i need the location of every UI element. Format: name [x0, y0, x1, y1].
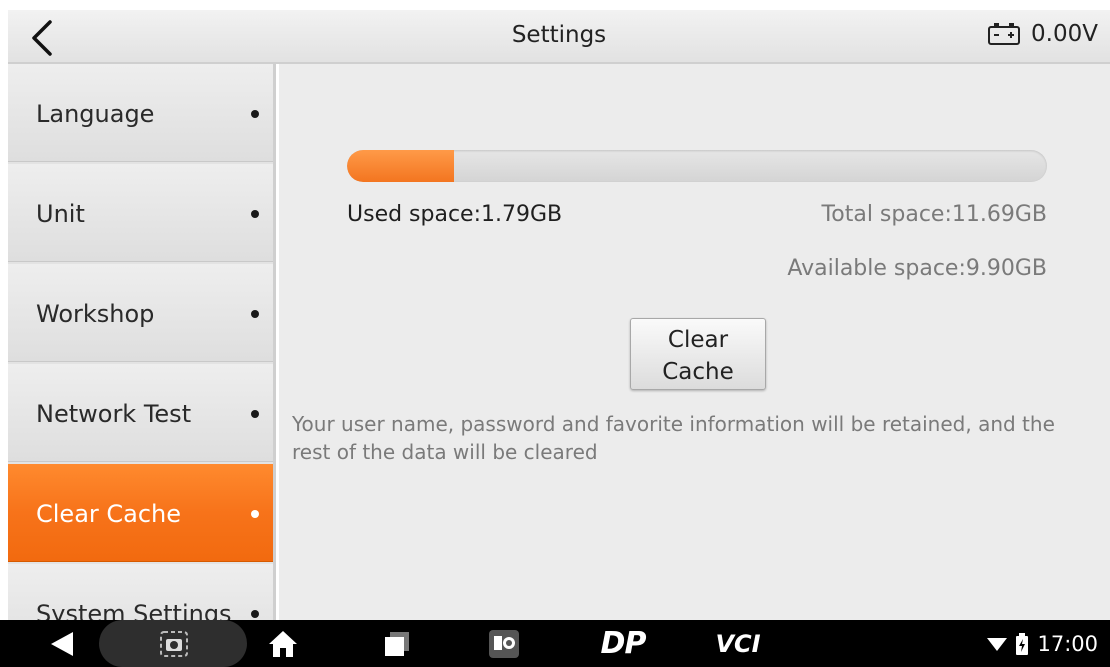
bullet-icon	[251, 510, 259, 518]
wifi-icon	[987, 637, 1008, 651]
dp-shortcut-button[interactable]: DP	[592, 620, 654, 667]
clock: 17:00	[1037, 631, 1098, 656]
menu-item-label: Language	[36, 100, 155, 128]
clear-cache-notice: Your user name, password and favorite in…	[292, 412, 1055, 464]
menu-item-language[interactable]: Language	[8, 64, 273, 162]
menu-item-label: Network Test	[36, 400, 192, 428]
battery-status: 0.00V	[987, 21, 1098, 47]
battery-voltage: 0.00V	[1031, 21, 1098, 47]
clear-cache-panel: Used space:1.79GB Total space:11.69GB Av…	[279, 64, 1110, 620]
settings-menu[interactable]: Language Unit Workshop Network Test Clea…	[8, 64, 276, 620]
used-space-label: Used space:1.79GB	[347, 202, 563, 227]
menu-item-system-settings[interactable]: System Settings	[8, 564, 273, 620]
storage-progress-fill	[347, 150, 455, 182]
recents-icon	[385, 631, 409, 656]
car-battery-icon	[988, 23, 1021, 45]
vci-icon: VCI	[715, 629, 761, 658]
clear-button-line2: Cache	[662, 358, 734, 385]
page-title: Settings	[511, 22, 607, 48]
bullet-icon	[251, 310, 259, 318]
top-strip	[0, 0, 1110, 10]
screenshot-button[interactable]	[156, 620, 192, 667]
menu-item-label: Unit	[36, 200, 85, 228]
screenshot-icon	[160, 630, 188, 657]
available-space-label: Available space:9.90GB	[787, 256, 1047, 281]
app-shortcut-button[interactable]	[486, 620, 522, 667]
bullet-icon	[251, 110, 259, 118]
title-bar: Settings 0.00V	[8, 10, 1110, 64]
nav-home-button[interactable]	[266, 620, 300, 667]
nav-recents-button[interactable]	[380, 620, 414, 667]
menu-item-label: System Settings	[36, 600, 232, 620]
clear-button-line1: Clear	[667, 326, 729, 353]
app-icon	[489, 629, 519, 658]
menu-item-workshop[interactable]: Workshop	[8, 264, 273, 362]
menu-item-network-test[interactable]: Network Test	[8, 364, 273, 462]
nav-back-button[interactable]	[42, 620, 82, 667]
android-nav-bar: DP VCI 17:00	[0, 620, 1110, 667]
menu-item-clear-cache[interactable]: Clear Cache	[8, 464, 273, 562]
back-triangle-icon	[51, 631, 73, 656]
clear-cache-button[interactable]: Clear Cache	[630, 318, 766, 390]
storage-progress-bar	[347, 150, 1047, 182]
battery-icon	[1016, 632, 1029, 655]
status-area: 17:00	[987, 620, 1098, 667]
total-space-label: Total space:11.69GB	[821, 202, 1047, 227]
vci-shortcut-button[interactable]: VCI	[712, 620, 764, 667]
menu-item-label: Workshop	[36, 300, 155, 328]
dp-icon: DP	[600, 626, 647, 661]
home-icon	[269, 630, 297, 657]
menu-item-label: Clear Cache	[36, 500, 182, 528]
bullet-icon	[251, 610, 259, 618]
bullet-icon	[251, 410, 259, 418]
bullet-icon	[251, 210, 259, 218]
menu-item-unit[interactable]: Unit	[8, 164, 273, 262]
